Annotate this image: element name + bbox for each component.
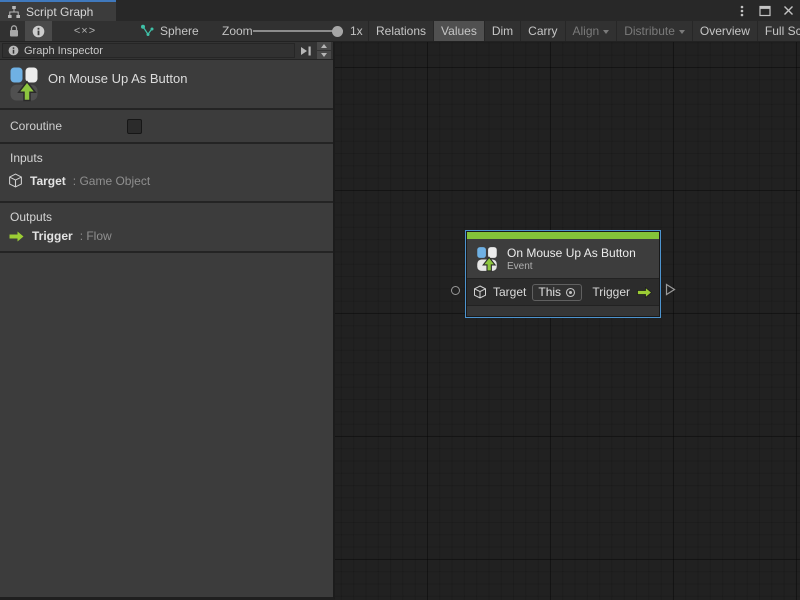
scroll-up-button[interactable] <box>317 42 331 50</box>
node-header[interactable]: On Mouse Up As Button Event <box>467 239 659 278</box>
node-accent-bar <box>467 232 659 239</box>
graph-hierarchy-icon <box>8 5 20 18</box>
graph-context[interactable]: Sphere <box>140 21 199 41</box>
unit-title: On Mouse Up As Button <box>48 71 188 86</box>
coroutine-label: Coroutine <box>10 119 63 133</box>
node-subtitle: Event <box>507 260 533 272</box>
relations-button[interactable]: Relations <box>368 21 433 41</box>
node-ports-row: Target This Trigger <box>467 278 659 305</box>
window-menu-icon[interactable] <box>735 4 749 18</box>
output-port-connector[interactable] <box>665 283 676 296</box>
inspector-toggle-button[interactable] <box>25 21 52 41</box>
zoom-slider-track <box>253 30 343 32</box>
lock-button[interactable] <box>5 21 23 41</box>
fullscreen-button[interactable]: Full Screen <box>756 21 800 41</box>
graph-inspector-panel: Graph Inspector On Mouse Up As Button Co… <box>0 42 335 600</box>
graph-context-label: Sphere <box>160 24 199 38</box>
flow-arrow-icon <box>9 231 24 241</box>
tab-script-graph[interactable]: Script Graph <box>0 0 116 21</box>
tab-label: Script Graph <box>26 4 94 19</box>
zoom-label: Zoom <box>222 24 253 38</box>
node-footer <box>467 305 659 316</box>
window-title-bar: Script Graph <box>0 0 800 21</box>
scroll-down-button[interactable] <box>317 51 331 59</box>
flow-arrow-icon <box>637 286 653 298</box>
info-icon <box>32 25 45 37</box>
graph-owner-icon <box>141 24 154 36</box>
inputs-header: Inputs <box>10 151 43 165</box>
target-port-label: Target <box>493 285 527 299</box>
graph-canvas[interactable]: On Mouse Up As Button Event Target This <box>335 42 800 600</box>
trigger-port-label: Trigger <box>592 285 630 299</box>
input-type: : Game Object <box>72 173 151 188</box>
window-controls <box>735 0 795 21</box>
output-name: Trigger <box>32 229 73 243</box>
output-type: : Flow <box>79 229 112 243</box>
node-titles: On Mouse Up As Button Event <box>507 246 636 272</box>
output-row-trigger: Trigger : Flow <box>8 229 112 243</box>
edit-code-icon: <×> <box>73 25 97 37</box>
distribute-dropdown[interactable]: Distribute <box>616 21 692 41</box>
lock-icon <box>10 25 18 37</box>
graph-inspector-label: Graph Inspector <box>24 44 103 57</box>
triangle-up-icon <box>321 44 327 48</box>
chevron-down-icon <box>603 29 610 34</box>
mouse-up-icon <box>477 246 497 271</box>
collapse-right-icon <box>301 46 311 55</box>
collapse-panel-button[interactable] <box>298 43 314 58</box>
input-name: Target <box>30 173 66 188</box>
graph-toolbar: <×> Sphere Zoom 1x Relations Values Dim … <box>0 21 800 42</box>
game-object-cube-icon <box>474 285 486 299</box>
graph-inspector-title-bar[interactable]: Graph Inspector <box>2 43 295 58</box>
chevron-down-icon <box>678 29 685 34</box>
outputs-header: Outputs <box>10 210 53 224</box>
input-row-target: Target : Game Object <box>8 173 150 188</box>
info-icon <box>8 45 19 56</box>
event-node[interactable]: On Mouse Up As Button Event Target This <box>451 230 676 318</box>
target-value-field[interactable]: This <box>532 283 583 301</box>
overview-button[interactable]: Overview <box>691 21 757 41</box>
triangle-down-icon <box>321 53 327 57</box>
unit-title-section: On Mouse Up As Button <box>0 60 333 110</box>
target-value: This <box>538 285 562 299</box>
input-port-connector[interactable] <box>451 286 460 295</box>
mouse-up-icon <box>10 67 38 102</box>
zoom-slider[interactable] <box>253 21 343 41</box>
coroutine-checkbox[interactable] <box>127 119 142 134</box>
node-title: On Mouse Up As Button <box>507 245 636 260</box>
panel-scroll-spinner <box>317 42 331 59</box>
values-button[interactable]: Values <box>433 21 484 41</box>
edit-code-button[interactable]: <×> <box>62 21 108 41</box>
object-picker-icon[interactable] <box>565 287 576 298</box>
inputs-section: Inputs Target : Game Object <box>0 144 333 203</box>
toolbar-buttons: Relations Values Dim Carry Align Distrib… <box>368 21 800 41</box>
graph-inspector-header: Graph Inspector <box>0 42 333 60</box>
dim-button[interactable]: Dim <box>483 21 520 41</box>
zoom-slider-handle[interactable] <box>332 26 343 37</box>
outputs-section: Outputs Trigger : Flow <box>0 203 333 253</box>
carry-button[interactable]: Carry <box>520 21 564 41</box>
close-icon[interactable] <box>781 4 795 18</box>
maximize-icon[interactable] <box>758 4 772 18</box>
align-dropdown[interactable]: Align <box>564 21 617 41</box>
zoom-value: 1x <box>350 24 363 38</box>
trigger-port-group: Trigger <box>592 285 653 299</box>
game-object-cube-icon <box>9 173 22 188</box>
target-port-group: Target This <box>473 283 583 301</box>
coroutine-row: Coroutine <box>0 110 333 144</box>
